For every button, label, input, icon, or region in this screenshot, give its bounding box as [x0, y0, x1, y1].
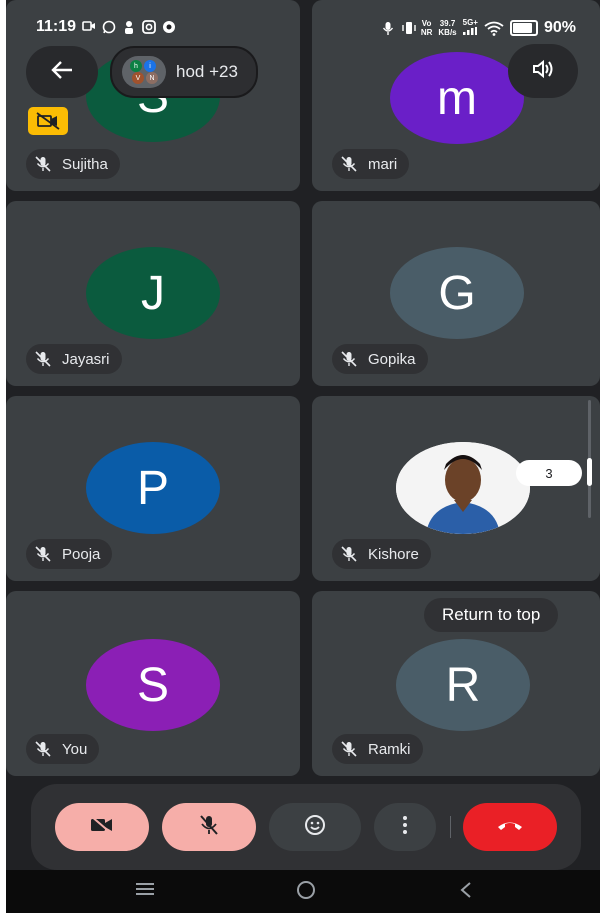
- mic-off-icon: [338, 153, 360, 175]
- participant-name: mari: [368, 155, 398, 173]
- participant-nametag: Sujitha: [26, 149, 120, 179]
- mic-off-icon: [32, 738, 54, 760]
- participant-avatar: m: [390, 52, 524, 144]
- net-speed: 39.7 KB/s: [438, 18, 457, 37]
- participant-photo: [396, 442, 530, 534]
- participant-avatar: J: [86, 247, 220, 339]
- mini-avatar: h: [130, 60, 142, 72]
- participant-nametag: Kishore: [332, 539, 431, 569]
- participant-name: Pooja: [62, 545, 101, 563]
- back-icon[interactable]: [456, 878, 476, 909]
- mic-off-icon: [338, 738, 360, 760]
- participant-name: Gopika: [368, 350, 416, 368]
- participant-nametag: Jayasri: [26, 344, 122, 374]
- video-status-icon: [82, 20, 96, 34]
- participant-tile-you[interactable]: S You: [6, 591, 300, 776]
- meeting-title: hod +23: [176, 62, 238, 81]
- meet-screen: 11:19 Vo NR 39.7 KB/s 5G+ 90% Sujitha m …: [6, 0, 600, 913]
- speaker-button[interactable]: [508, 44, 578, 98]
- participant-avatar: R: [396, 639, 530, 731]
- call-controls-bar: [31, 784, 581, 870]
- camera-toggle-button[interactable]: [55, 803, 149, 851]
- meeting-participants-button[interactable]: h i V N hod +23: [110, 46, 258, 98]
- camera-off-badge-icon: [28, 107, 68, 135]
- battery-icon: [509, 19, 538, 36]
- participant-name: Kishore: [368, 545, 419, 563]
- participant-avatar: S: [86, 639, 220, 731]
- record-icon: [162, 20, 176, 34]
- mic-off-icon: [198, 814, 220, 841]
- participant-tile-gopika[interactable]: G Gopika: [312, 201, 600, 386]
- mic-toggle-button[interactable]: [162, 803, 256, 851]
- participant-name: Sujitha: [62, 155, 108, 173]
- battery-level: 90%: [543, 18, 576, 36]
- mic-off-icon: [32, 543, 54, 565]
- reactions-button[interactable]: [269, 803, 361, 851]
- instagram-icon: [142, 20, 156, 34]
- mini-avatar: V: [132, 72, 144, 84]
- mic-off-icon: [32, 153, 54, 175]
- return-to-top-button[interactable]: Return to top: [424, 598, 559, 632]
- mic-status-icon: [381, 21, 395, 35]
- camera-off-icon: [89, 814, 115, 840]
- mini-avatar: N: [146, 72, 158, 84]
- mic-off-icon: [32, 348, 54, 370]
- participant-nametag: Gopika: [332, 344, 428, 374]
- arrow-left-icon: [50, 60, 74, 85]
- reaction-count-badge: 3: [516, 460, 582, 486]
- participant-avatar-stack: h i V N: [122, 56, 166, 88]
- system-navigation-bar: [6, 870, 600, 913]
- more-options-button[interactable]: [374, 803, 436, 851]
- controls-divider: [450, 816, 451, 838]
- whatsapp-icon: [102, 20, 116, 34]
- participant-name: Ramki: [368, 740, 411, 758]
- participant-tile-pooja[interactable]: P Pooja: [6, 396, 300, 581]
- end-call-button[interactable]: [463, 803, 557, 851]
- participant-tile-jayasri[interactable]: J Jayasri: [6, 201, 300, 386]
- participant-avatar: P: [86, 442, 220, 534]
- person-icon: [122, 20, 136, 34]
- mic-off-icon: [338, 543, 360, 565]
- more-vert-icon: [402, 815, 408, 840]
- back-button[interactable]: [26, 46, 98, 98]
- participant-nametag: Ramki: [332, 734, 423, 764]
- recents-icon[interactable]: [134, 878, 156, 907]
- scrollbar-thumb[interactable]: [587, 458, 592, 486]
- emoji-icon: [304, 814, 326, 841]
- status-bar: 11:19 Vo NR 39.7 KB/s 5G+ 90%: [6, 0, 600, 52]
- home-icon[interactable]: [294, 878, 318, 909]
- network-type: 5G+: [463, 18, 478, 37]
- participant-nametag: mari: [332, 149, 410, 179]
- clock: 11:19: [36, 18, 77, 35]
- participant-name: You: [62, 740, 88, 758]
- participant-name: Jayasri: [62, 350, 110, 368]
- volume-icon: [531, 58, 555, 85]
- wifi-icon: [484, 21, 504, 36]
- mic-off-icon: [338, 348, 360, 370]
- vibrate-icon: [401, 21, 416, 35]
- mini-avatar: i: [144, 60, 156, 72]
- volte-indicator: Vo NR: [420, 18, 433, 37]
- participant-nametag: You: [26, 734, 100, 764]
- participant-avatar: G: [390, 247, 524, 339]
- participant-tile-kishore[interactable]: 3 Kishore: [312, 396, 600, 581]
- participant-nametag: Pooja: [26, 539, 113, 569]
- end-call-icon: [496, 818, 524, 837]
